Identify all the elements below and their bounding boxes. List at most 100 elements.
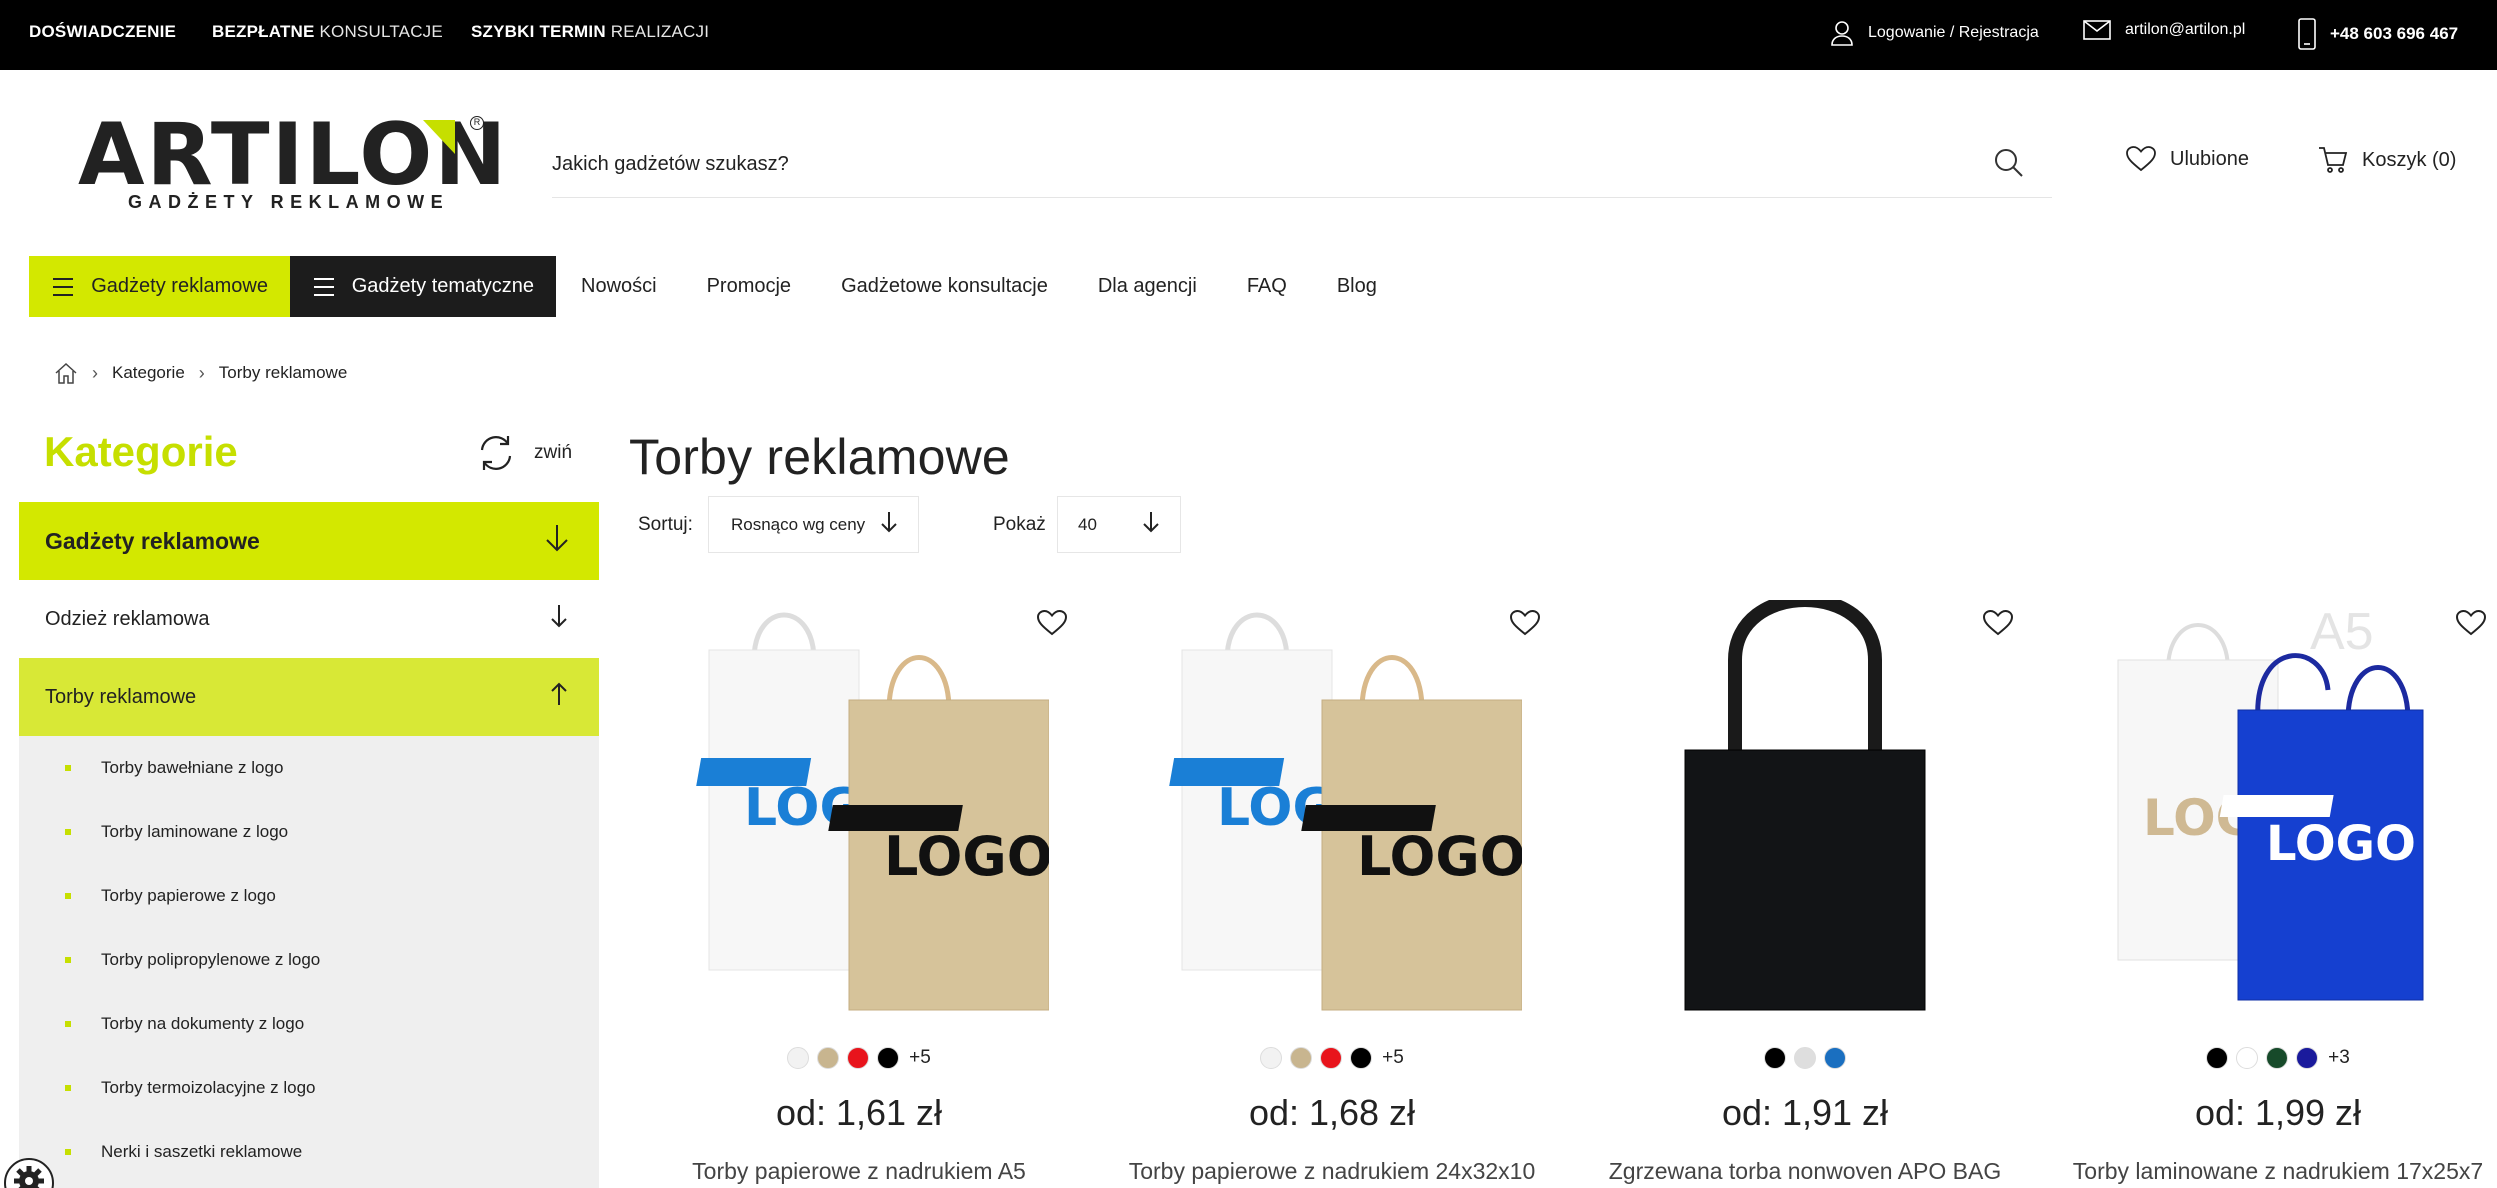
- more-colors[interactable]: +5: [909, 1047, 931, 1069]
- collapse-button[interactable]: zwiń: [478, 434, 572, 472]
- color-swatches: +3: [2048, 1047, 2497, 1069]
- refresh-icon: [480, 436, 512, 470]
- color-swatch[interactable]: [1350, 1047, 1373, 1069]
- phone-link[interactable]: +48 603 696 467: [2298, 18, 2458, 50]
- product-price: od: 1,91 zł: [1721, 1092, 1889, 1133]
- more-colors[interactable]: +5: [1382, 1047, 1404, 1069]
- heart-icon: [1982, 609, 2014, 636]
- hamburger-icon: [314, 277, 334, 296]
- sidebar-subitem[interactable]: Torby laminowane z logo: [19, 800, 599, 864]
- color-swatch[interactable]: [817, 1047, 840, 1069]
- logo-accent-icon: [423, 120, 455, 154]
- arrow-up-icon: [549, 682, 569, 712]
- color-swatch[interactable]: [2296, 1047, 2319, 1069]
- product-image[interactable]: [1615, 593, 1995, 1020]
- mail-icon: [2083, 20, 2111, 40]
- add-to-favorites-button[interactable]: [1509, 609, 1541, 641]
- svg-text:LOGO: LOGO: [1357, 825, 1522, 888]
- page-title: Torby reklamowe: [629, 429, 1010, 485]
- menu-promo-gadgets[interactable]: Gadżety reklamowe: [29, 256, 290, 317]
- logo[interactable]: ARTILON R GADŻETY REKLAMOWE: [78, 112, 506, 212]
- topbar-fast-delivery: SZYBKI TERMIN REALIZACJI: [471, 22, 710, 41]
- page-size-select[interactable]: 40: [1057, 496, 1181, 553]
- nav-promotions[interactable]: Promocje: [707, 275, 791, 298]
- chevron-right-icon: ›: [92, 362, 98, 383]
- cart-link[interactable]: Koszyk (0): [2318, 146, 2456, 174]
- nav-agencies[interactable]: Dla agencji: [1098, 275, 1197, 298]
- product-price: od: 1,99 zł: [2194, 1092, 2362, 1133]
- color-swatch[interactable]: [1764, 1047, 1786, 1069]
- add-to-favorites-button[interactable]: [1982, 609, 2014, 641]
- sort-select[interactable]: Rosnąco wg ceny: [708, 496, 919, 553]
- color-swatch[interactable]: [1824, 1047, 1846, 1069]
- product-name[interactable]: Torby laminowane z nadrukiem 17x25x7: [2048, 1158, 2497, 1185]
- search-bar: [552, 132, 2052, 198]
- phone-icon: [2298, 18, 2316, 50]
- product-name[interactable]: Torby papierowe z nadrukiem 24x32x10: [1102, 1158, 1562, 1185]
- color-swatches: [1575, 1047, 2035, 1069]
- nonwoven-bag-illustration: [1684, 593, 1926, 1011]
- logo-registered-mark: R: [470, 116, 484, 130]
- heart-icon: [1509, 609, 1541, 636]
- color-swatch[interactable]: [1320, 1047, 1343, 1069]
- topbar-experience: DOŚWIADCZENIE: [29, 22, 177, 41]
- nav-news[interactable]: Nowości: [581, 275, 657, 298]
- sidebar-subitem[interactable]: Torby termoizolacyjne z logo: [19, 1056, 599, 1120]
- color-swatch[interactable]: [877, 1047, 900, 1069]
- home-icon[interactable]: [54, 362, 78, 384]
- topbar-consultations: BEZPŁATNE KONSULTACJE: [212, 22, 443, 41]
- color-swatch[interactable]: [2236, 1047, 2259, 1069]
- login-link[interactable]: Logowanie / Rejestracja: [1830, 20, 2039, 46]
- color-swatch[interactable]: [1260, 1047, 1283, 1069]
- heart-icon: [2126, 146, 2156, 172]
- paper-bag-illustration: LOGO LOGO: [1169, 612, 1526, 1011]
- sidebar-category-bags[interactable]: Torby reklamowe: [19, 658, 599, 736]
- nav-blog[interactable]: Blog: [1337, 275, 1377, 298]
- chevron-right-icon: ›: [198, 362, 205, 383]
- product-image[interactable]: LOGO LOGO: [669, 600, 1053, 1020]
- sidebar-subitem[interactable]: Torby na dokumenty z logo: [19, 992, 599, 1056]
- main-navigation: Gadżety reklamowe Gadżety tematyczne Now…: [29, 256, 1377, 317]
- sidebar-category-promo-gadgets[interactable]: Gadżety reklamowe: [19, 502, 599, 580]
- color-swatch[interactable]: [1794, 1047, 1816, 1069]
- sidebar-category-apparel[interactable]: Odzież reklamowa: [19, 580, 599, 658]
- menu-theme-gadgets[interactable]: Gadżety tematyczne: [290, 256, 556, 317]
- product-card[interactable]: LOGO LOGO +5 od: 1,61 zł Torby papierowe…: [629, 590, 1089, 1188]
- page-size-label: Pokaż: [993, 514, 1046, 535]
- product-card[interactable]: LOGO LOGO +5 od: 1,68 zł Torby papierowe…: [1102, 590, 1562, 1188]
- arrow-down-icon: [549, 604, 569, 634]
- color-swatch[interactable]: [2266, 1047, 2289, 1069]
- add-to-favorites-button[interactable]: [1036, 609, 1068, 641]
- color-swatch[interactable]: [847, 1047, 870, 1069]
- product-card[interactable]: A5 LOGO LOGO +3 od: 1,99 zł Torby lamino…: [2048, 590, 2497, 1188]
- nav-consultations[interactable]: Gadżetowe konsultacje: [841, 275, 1048, 298]
- color-swatches: +5: [629, 1047, 1089, 1069]
- nav-faq[interactable]: FAQ: [1247, 275, 1287, 298]
- product-name[interactable]: Zgrzewana torba nonwoven APO BAG: [1575, 1158, 2035, 1185]
- gear-icon: [14, 1166, 44, 1188]
- product-image[interactable]: LOGO LOGO: [1142, 600, 1526, 1020]
- favorites-link[interactable]: Ulubione: [2126, 146, 2249, 172]
- arrow-down-icon: [880, 511, 898, 538]
- product-name[interactable]: Torby papierowe z nadrukiem A5: [629, 1158, 1089, 1185]
- sidebar-subitem[interactable]: Nerki i saszetki reklamowe: [19, 1120, 599, 1184]
- color-swatch[interactable]: [2206, 1047, 2229, 1069]
- product-image[interactable]: LOGO LOGO: [2088, 600, 2468, 1020]
- breadcrumb-categories[interactable]: Kategorie: [112, 363, 185, 383]
- sort-label: Sortuj:: [638, 514, 693, 535]
- color-swatch[interactable]: [1290, 1047, 1313, 1069]
- search-button[interactable]: [1994, 148, 2026, 180]
- sidebar-title: Kategorie: [44, 428, 238, 475]
- sidebar-subitem[interactable]: Torby papierowe z logo: [19, 864, 599, 928]
- email-link[interactable]: artilon@artilon.pl: [2083, 20, 2245, 40]
- add-to-favorites-button[interactable]: [2455, 609, 2487, 641]
- product-price: od: 1,68 zł: [1248, 1092, 1416, 1133]
- search-icon: [1995, 149, 2023, 177]
- search-input[interactable]: [552, 142, 1952, 186]
- more-colors[interactable]: +3: [2328, 1047, 2350, 1069]
- heart-icon: [1036, 609, 1068, 636]
- sidebar-subitem[interactable]: Torby bawełniane z logo: [19, 736, 599, 800]
- sidebar-subitem[interactable]: Torby polipropylenowe z logo: [19, 928, 599, 992]
- product-card[interactable]: od: 1,91 zł Zgrzewana torba nonwoven APO…: [1575, 590, 2035, 1188]
- color-swatch[interactable]: [787, 1047, 810, 1069]
